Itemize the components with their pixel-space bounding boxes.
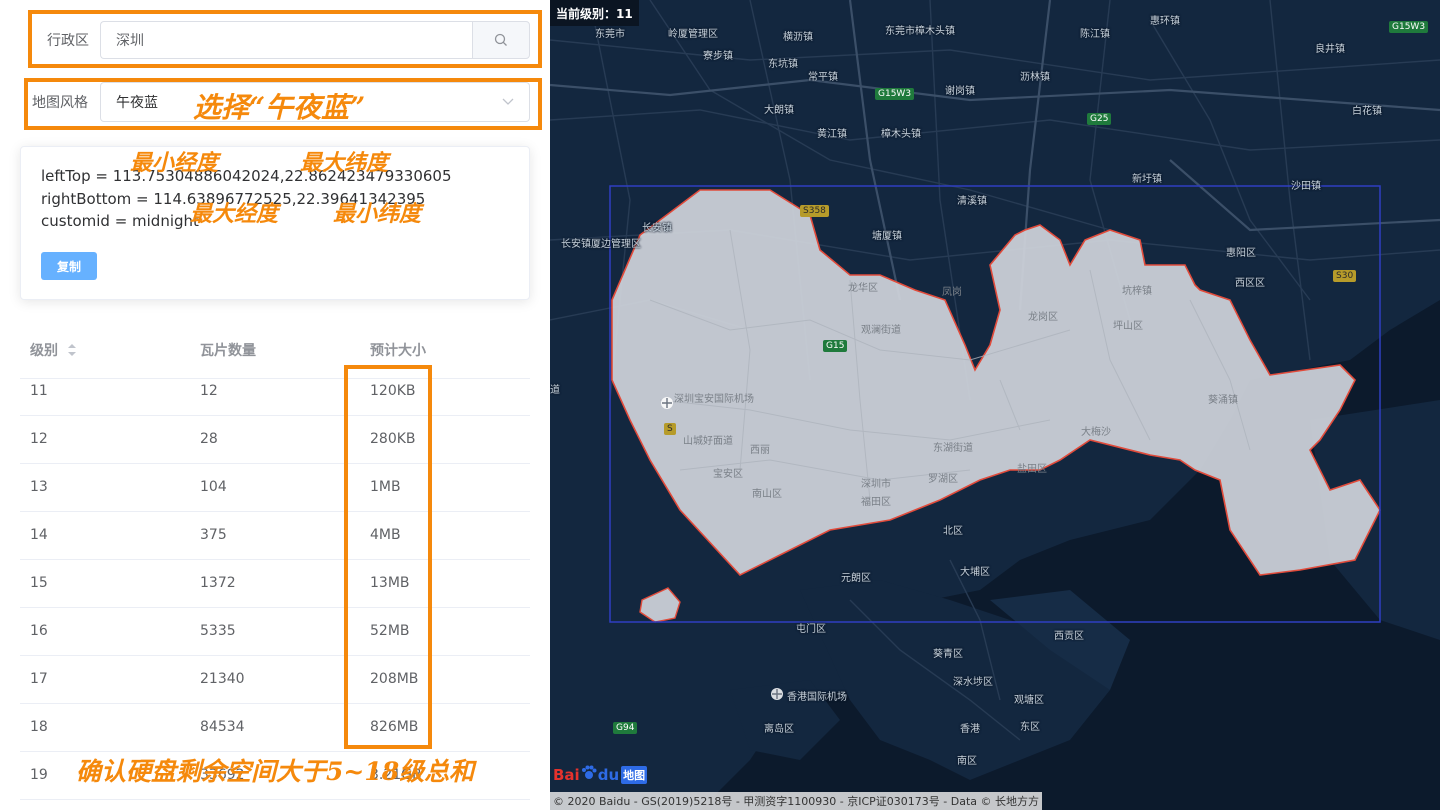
chevron-down-icon <box>502 98 514 105</box>
badge-g15w3-top: G15W3 <box>1389 21 1429 33</box>
cell-size: 4MB <box>370 527 401 543</box>
badge-g15w3: G15W3 <box>875 88 915 100</box>
header-level[interactable]: 级别 <box>30 340 77 360</box>
table-header: 级别 瓦片数量 预计大小 <box>20 326 530 370</box>
left-top-text: leftTop = 113.75304886042024,22.86242347… <box>41 167 452 185</box>
control-panel: 行政区 深圳 地图风格 午夜蓝 选择“午夜蓝” leftTop = 113.75… <box>0 0 550 810</box>
cell-size: 1MB <box>370 479 401 495</box>
hk-airport-icon <box>771 688 783 700</box>
cell-tile-count: 33692 <box>200 767 245 783</box>
map-view[interactable]: 东莞市 岭厦管理区 横沥镇 东莞市樟木头镇 惠环镇 陈江镇 良井镇 寮步镇 东坑镇 常平镇 沥林镇大… <box>550 0 1440 810</box>
header-level-label: 级别 <box>30 343 58 359</box>
header-tile-count: 瓦片数量 <box>200 343 256 359</box>
cell-size: 826MB <box>370 719 419 735</box>
search-icon <box>494 33 507 46</box>
baidu-logo[interactable]: Bai du 地图 <box>553 762 648 788</box>
table-row: 17 21340 208MB <box>20 656 530 704</box>
cell-level: 19 <box>30 767 48 783</box>
cell-level: 13 <box>30 479 48 495</box>
header-estimated-size: 预计大小 <box>370 343 426 359</box>
cell-tile-count: 28 <box>200 431 218 447</box>
map-style-value: 午夜蓝 <box>116 95 158 111</box>
badge-g15: G15 <box>823 340 848 352</box>
table-row: 11 12 120KB <box>20 368 530 416</box>
logo-map-word: 地图 <box>621 766 648 784</box>
logo-text-du: du <box>597 766 620 784</box>
cell-level: 16 <box>30 623 48 639</box>
zoom-level-indicator: 当前级别：11 <box>550 0 639 26</box>
app-root: 行政区 深圳 地图风格 午夜蓝 选择“午夜蓝” leftTop = 113.75… <box>0 0 1440 810</box>
paw-icon <box>581 765 597 785</box>
cell-tile-count: 375 <box>200 527 227 543</box>
cell-tile-count: 84534 <box>200 719 245 735</box>
cell-size: 120KB <box>370 383 416 399</box>
bounds-card: leftTop = 113.75304886042024,22.86242347… <box>20 146 530 300</box>
copy-button[interactable]: 复制 <box>41 252 97 280</box>
badge-g25: G25 <box>1087 113 1112 125</box>
cell-level: 14 <box>30 527 48 543</box>
table-row: 19 33692 3.21GB <box>20 752 530 800</box>
table-row: 12 28 280KB <box>20 416 530 464</box>
region-input-value: 深圳 <box>116 33 144 49</box>
badge-g94: G94 <box>613 722 638 734</box>
map-canvas[interactable] <box>550 0 1440 810</box>
table-row: 18 84534 826MB <box>20 704 530 752</box>
region-input[interactable]: 深圳 <box>100 21 472 59</box>
cell-level: 11 <box>30 383 48 399</box>
table-row: 14 375 4MB <box>20 512 530 560</box>
map-style-select[interactable]: 午夜蓝 <box>100 82 530 122</box>
cell-size: 52MB <box>370 623 410 639</box>
region-label: 行政区 <box>47 33 89 49</box>
badge-s: S <box>664 423 676 435</box>
logo-text-bai: Bai <box>553 766 580 784</box>
table-row: 15 1372 13MB <box>20 560 530 608</box>
cell-tile-count: 1372 <box>200 575 236 591</box>
cell-size: 208MB <box>370 671 419 687</box>
sort-icon[interactable] <box>67 343 77 357</box>
cell-size: 280KB <box>370 431 416 447</box>
cell-tile-count: 104 <box>200 479 227 495</box>
search-button[interactable] <box>472 21 530 59</box>
badge-s358: S358 <box>800 205 829 217</box>
right-bottom-text: rightBottom = 114.63896772525,22.3964134… <box>41 190 426 208</box>
cell-level: 18 <box>30 719 48 735</box>
badge-s30: S30 <box>1333 270 1357 282</box>
copyright-bar: © 2020 Baidu - GS(2019)5218号 - 甲测资字11009… <box>550 792 1043 810</box>
style-label: 地图风格 <box>32 95 88 111</box>
cell-tile-count: 21340 <box>200 671 245 687</box>
cell-size: 3.21GB <box>370 767 422 783</box>
cell-level: 12 <box>30 431 48 447</box>
cell-tile-count: 12 <box>200 383 218 399</box>
cell-tile-count: 5335 <box>200 623 236 639</box>
cell-level: 17 <box>30 671 48 687</box>
table-row: 13 104 1MB <box>20 464 530 512</box>
custom-id-text: customid = midnight <box>41 212 199 230</box>
table-row: 16 5335 52MB <box>20 608 530 656</box>
cell-size: 13MB <box>370 575 410 591</box>
cell-level: 15 <box>30 575 48 591</box>
airport-icon <box>661 397 673 409</box>
